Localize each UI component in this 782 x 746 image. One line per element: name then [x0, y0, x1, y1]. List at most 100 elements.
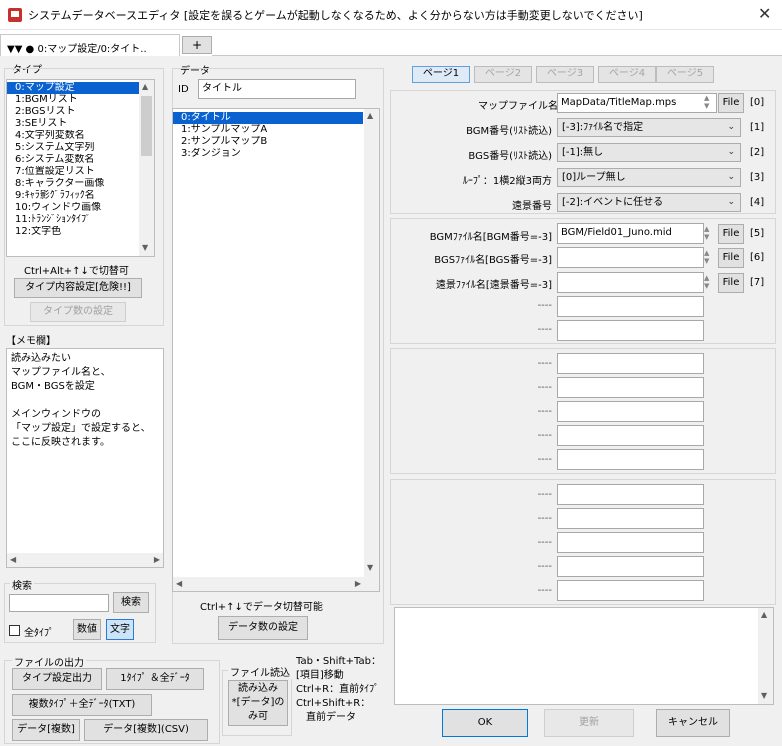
field-index: [1] — [750, 122, 765, 133]
type-settings-output-button[interactable]: タイプ設定出力 — [12, 668, 102, 690]
numeric-button[interactable]: 数値 — [73, 619, 101, 640]
scroll-down-icon[interactable]: ▼ — [761, 691, 767, 700]
background-file-input[interactable] — [557, 272, 704, 293]
unused-field[interactable] — [557, 556, 704, 577]
cancel-button[interactable]: キャンセル — [656, 709, 730, 737]
data-list-hscrollbar[interactable]: ◀ ▶ — [173, 577, 379, 591]
type-count-button[interactable]: タイプ数の設定 — [30, 302, 126, 322]
scroll-up-icon[interactable]: ▲ — [761, 610, 767, 619]
data-count-button[interactable]: データ数の設定 — [218, 616, 308, 640]
scroll-up-icon[interactable]: ▲ — [367, 111, 373, 120]
type-item[interactable]: 5:システム文字列 — [7, 142, 139, 154]
type-item[interactable]: 9:ｷｬﾗ影ｸﾞﾗﾌｨｯｸ名 — [7, 190, 139, 202]
data-list-scrollbar[interactable]: ▲ ▼ — [364, 109, 379, 577]
file-browse-button[interactable]: File — [718, 224, 744, 244]
add-tab-button[interactable]: + — [182, 36, 212, 54]
field-label: ---- — [537, 561, 552, 572]
spin-icon[interactable]: ▲ ▼ — [704, 249, 709, 265]
text-button[interactable]: 文字 — [106, 619, 134, 640]
bgm-number-select[interactable]: [-3]:ﾌｧｲﾙ名で指定 ⌄ — [557, 118, 741, 137]
chevron-down-icon: ⌄ — [727, 197, 735, 207]
tab-page2[interactable]: ページ2 — [474, 66, 532, 83]
data-name-input[interactable]: タイトル — [198, 79, 356, 99]
unused-field[interactable] — [557, 449, 704, 470]
unused-field[interactable] — [557, 580, 704, 601]
spin-icon[interactable]: ▲ ▼ — [704, 274, 709, 290]
tab-page4[interactable]: ページ4 — [598, 66, 656, 83]
field-label: ---- — [537, 585, 552, 596]
type-settings-button[interactable]: タイプ内容設定[危険!!] — [14, 278, 142, 298]
bgs-number-select[interactable]: [-1]:無し ⌄ — [557, 143, 741, 162]
memo-textarea[interactable]: 読み込みたい マップファイル名と、 BGM・BGSを設定 メインウィンドウの 「… — [6, 348, 164, 568]
type-item[interactable]: 6:システム変数名 — [7, 154, 139, 166]
search-button[interactable]: 検索 — [113, 592, 149, 613]
unused-field[interactable] — [557, 296, 704, 317]
scroll-thumb[interactable] — [141, 96, 152, 156]
unused-field[interactable] — [557, 353, 704, 374]
field-index: [3] — [750, 172, 765, 183]
bgs-file-input[interactable] — [557, 247, 704, 268]
scroll-right-icon[interactable]: ▶ — [154, 555, 160, 564]
scroll-down-icon[interactable]: ▼ — [367, 563, 373, 572]
unused-field[interactable] — [557, 377, 704, 398]
unused-field[interactable] — [557, 532, 704, 553]
all-types-checkbox[interactable] — [9, 625, 20, 636]
scroll-up-icon[interactable]: ▲ — [142, 82, 148, 91]
scroll-down-icon[interactable]: ▼ — [142, 243, 148, 252]
type-item[interactable]: 4:文字列変数名 — [7, 130, 139, 142]
map-file-input[interactable]: MapData/TitleMap.mps — [557, 93, 717, 113]
file-browse-button[interactable]: File — [718, 273, 744, 293]
type-item[interactable]: 11:ﾄﾗﾝｼﾞｼｮﾝﾀｲﾌﾟ — [7, 214, 139, 226]
ok-button[interactable]: OK — [442, 709, 528, 737]
field-label: ﾙｰﾌﾟ：1横2縦3両方 — [462, 176, 552, 187]
type-item[interactable]: 1:BGMリスト — [7, 94, 139, 106]
type-item[interactable]: 2:BGSリスト — [7, 106, 139, 118]
loop-select[interactable]: [0]ループ無し ⌄ — [557, 168, 741, 187]
type-item[interactable]: 7:位置設定リスト — [7, 166, 139, 178]
bgm-file-input[interactable]: BGM/Field01_Juno.mid — [557, 223, 704, 244]
file-read-button-line: 読み込み — [238, 683, 278, 694]
memo-hscrollbar[interactable]: ◀ ▶ — [7, 553, 163, 567]
background-number-select[interactable]: [-2]:イベントに任せる ⌄ — [557, 193, 741, 212]
unused-field[interactable] — [557, 401, 704, 422]
file-browse-button[interactable]: File — [718, 93, 744, 113]
shortcut-line: 直前データ — [296, 712, 356, 723]
tab-page1[interactable]: ページ1 — [412, 66, 470, 83]
search-input[interactable] — [9, 594, 109, 612]
tab-page5[interactable]: ページ5 — [656, 66, 714, 83]
type-item[interactable]: 3:SEリスト — [7, 118, 139, 130]
unused-field[interactable] — [557, 320, 704, 341]
scroll-left-icon[interactable]: ◀ — [10, 555, 16, 564]
data-item[interactable]: 2:サンプルマップB — [173, 136, 363, 148]
multi-type-txt-button[interactable]: 複数ﾀｲﾌﾟ＋全ﾃﾞｰﾀ(TXT) — [12, 694, 152, 716]
type-item[interactable]: 10:ウィンドウ画像 — [7, 202, 139, 214]
data-item[interactable]: 0:タイトル — [173, 112, 363, 124]
update-button[interactable]: 更新 — [544, 709, 634, 737]
file-browse-button[interactable]: File — [718, 248, 744, 268]
tab-current[interactable]: ▼▼ ● 0:マップ設定/0:タイト.. — [0, 34, 180, 56]
tab-page3[interactable]: ページ3 — [536, 66, 594, 83]
file-read-button[interactable]: 読み込み *[データ]の み可 — [228, 680, 288, 726]
data-multi-csv-button[interactable]: データ[複数](CSV) — [84, 719, 208, 741]
note-scrollbar[interactable]: ▲ ▼ — [758, 608, 773, 704]
type-item[interactable]: 8:キャラクター画像 — [7, 178, 139, 190]
note-area[interactable]: ▲ ▼ — [394, 607, 774, 705]
data-item[interactable]: 1:サンプルマップA — [173, 124, 363, 136]
unused-field[interactable] — [557, 508, 704, 529]
one-type-all-data-button[interactable]: 1ﾀｲﾌﾟ ＆全ﾃﾞｰﾀ — [106, 668, 204, 690]
scroll-right-icon[interactable]: ▶ — [355, 579, 361, 588]
scroll-left-icon[interactable]: ◀ — [176, 579, 182, 588]
type-list-scrollbar[interactable]: ▲ ▼ — [139, 80, 154, 256]
type-item[interactable]: 12:文字色 — [7, 226, 139, 238]
close-icon[interactable]: ✕ — [758, 4, 771, 23]
spin-icon[interactable]: ▲ ▼ — [704, 225, 709, 241]
field-label: ---- — [537, 513, 552, 524]
data-list[interactable]: 0:タイトル 1:サンプルマップA 2:サンプルマップB 3:ダンジョン ▲ ▼… — [172, 108, 380, 592]
unused-field[interactable] — [557, 425, 704, 446]
data-multi-button[interactable]: データ[複数] — [12, 719, 80, 741]
type-list[interactable]: 0:マップ設定 1:BGMリスト 2:BGSリスト 3:SEリスト 4:文字列変… — [6, 79, 155, 257]
unused-field[interactable] — [557, 484, 704, 505]
spin-icon[interactable]: ▲ ▼ — [704, 94, 709, 110]
type-item[interactable]: 0:マップ設定 — [7, 82, 139, 94]
data-item[interactable]: 3:ダンジョン — [173, 148, 363, 160]
